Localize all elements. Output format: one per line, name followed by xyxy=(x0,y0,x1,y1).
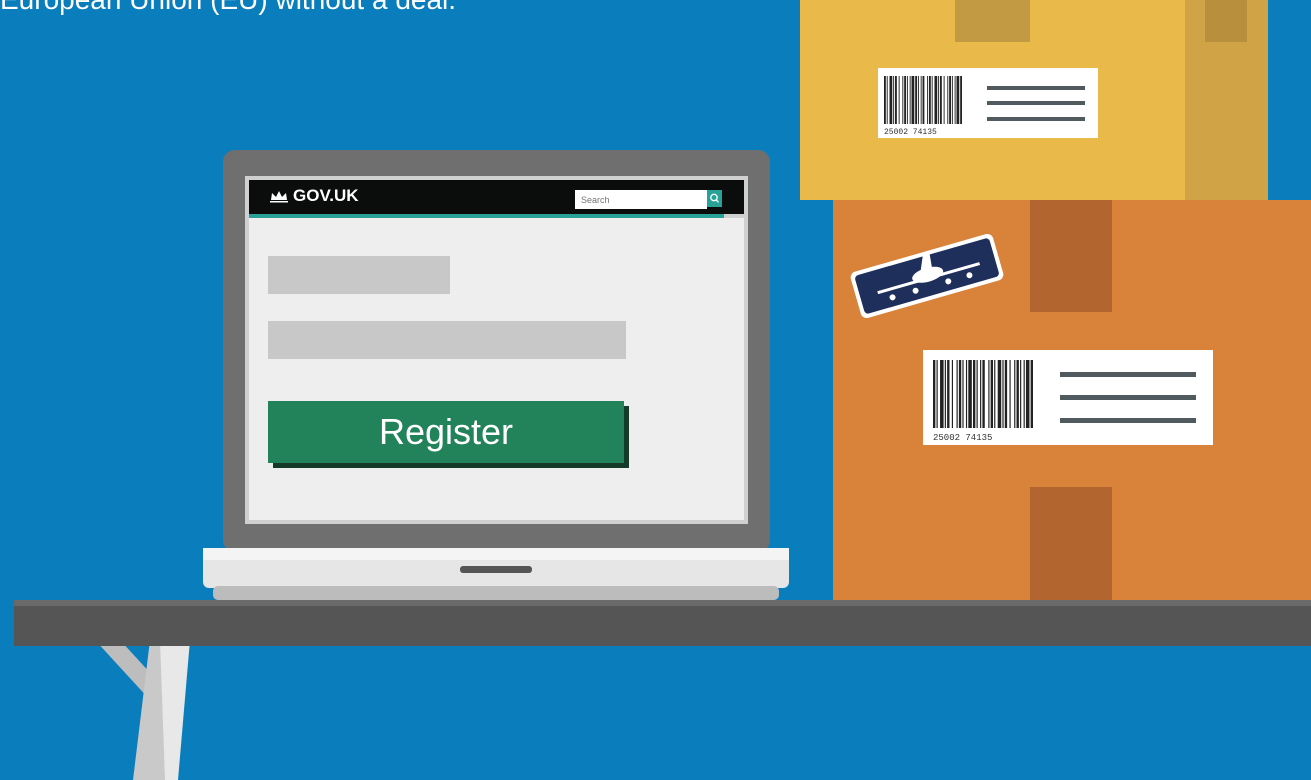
barcode-bar xyxy=(951,360,953,428)
barcode-bar xyxy=(938,76,940,124)
barcode-bar xyxy=(911,76,915,124)
barcode-bar xyxy=(968,360,972,428)
barcode-number: 25002 74135 xyxy=(933,433,992,442)
barcode-bar xyxy=(958,360,962,428)
barcode-bar xyxy=(1014,360,1016,428)
barcode-bar xyxy=(982,360,985,428)
barcode-bar xyxy=(997,360,1002,428)
barcode-bar xyxy=(962,360,964,428)
barcode-bar xyxy=(973,360,976,428)
placeholder-text xyxy=(268,321,626,359)
barcode-bar xyxy=(944,360,946,428)
barcode-bar xyxy=(936,360,938,428)
barcode-bar xyxy=(956,360,958,428)
barcode-bar xyxy=(947,76,949,124)
barcode-bar xyxy=(947,360,950,428)
barcode-bar xyxy=(898,76,900,124)
barcode-bar xyxy=(965,360,968,428)
barcode-bar xyxy=(994,360,996,428)
barcode-bar xyxy=(920,76,922,124)
crown-icon xyxy=(270,191,288,203)
barcode-bar xyxy=(940,360,944,428)
register-button[interactable]: Register xyxy=(268,401,624,463)
barcode-bar xyxy=(980,360,982,428)
barcode-bar xyxy=(895,76,897,124)
barcode-1: 25002 74135 xyxy=(884,76,962,136)
barcode-bar xyxy=(904,76,907,124)
page-content: Register xyxy=(249,218,744,520)
barcode-bar xyxy=(949,76,951,124)
barcode-bar xyxy=(990,360,993,428)
barcode-bar xyxy=(906,76,908,124)
search-icon xyxy=(710,193,719,203)
search-input[interactable] xyxy=(575,191,707,209)
barcode-bar xyxy=(934,76,938,124)
parcel-upper xyxy=(800,0,1268,200)
parcel-lower xyxy=(833,200,1311,602)
barcode-bar xyxy=(988,360,990,428)
barcode-bar xyxy=(1016,360,1019,428)
barcode-number: 25002 74135 xyxy=(884,128,937,136)
barcode-bar xyxy=(917,76,919,124)
barcode-bar xyxy=(933,360,936,428)
barcode-bar xyxy=(976,360,978,428)
barcode-bar xyxy=(931,76,933,124)
barcode-bar xyxy=(1004,360,1008,428)
govuk-logo[interactable]: GOV.UK xyxy=(269,186,359,206)
barcode-bar xyxy=(915,76,918,124)
table-top xyxy=(14,600,1311,646)
barcode-bar xyxy=(886,76,888,124)
barcode-bar xyxy=(927,76,929,124)
barcode-bar xyxy=(902,76,904,124)
govuk-logo-text: GOV.UK xyxy=(293,186,359,205)
govuk-header: GOV.UK xyxy=(249,180,744,214)
barcode-bar xyxy=(954,76,956,124)
search-button[interactable] xyxy=(707,190,722,207)
barcode-bar xyxy=(956,76,960,124)
barcode-2: 25002 74135 xyxy=(933,360,1033,442)
barcode-bar xyxy=(1020,360,1022,428)
barcode-bar xyxy=(922,76,925,124)
barcode-bar xyxy=(943,76,945,124)
barcode-bar xyxy=(1025,360,1030,428)
search-field xyxy=(575,190,707,209)
barcode-bar xyxy=(884,76,886,124)
barcode-bar xyxy=(951,76,953,124)
barcode-bar xyxy=(1009,360,1011,428)
govuk-page: GOV.UK Register xyxy=(249,180,744,520)
placeholder-heading xyxy=(268,256,450,294)
barcode-bar xyxy=(1002,360,1004,428)
barcode-bar xyxy=(1030,360,1033,428)
barcode-bar xyxy=(909,76,911,124)
barcode-bar xyxy=(1023,360,1025,428)
barcode-bar xyxy=(928,76,931,124)
barcode-bar xyxy=(889,76,893,124)
barcode-bar xyxy=(939,76,942,124)
barcode-bar xyxy=(960,76,962,124)
barcode-bar xyxy=(893,76,895,124)
